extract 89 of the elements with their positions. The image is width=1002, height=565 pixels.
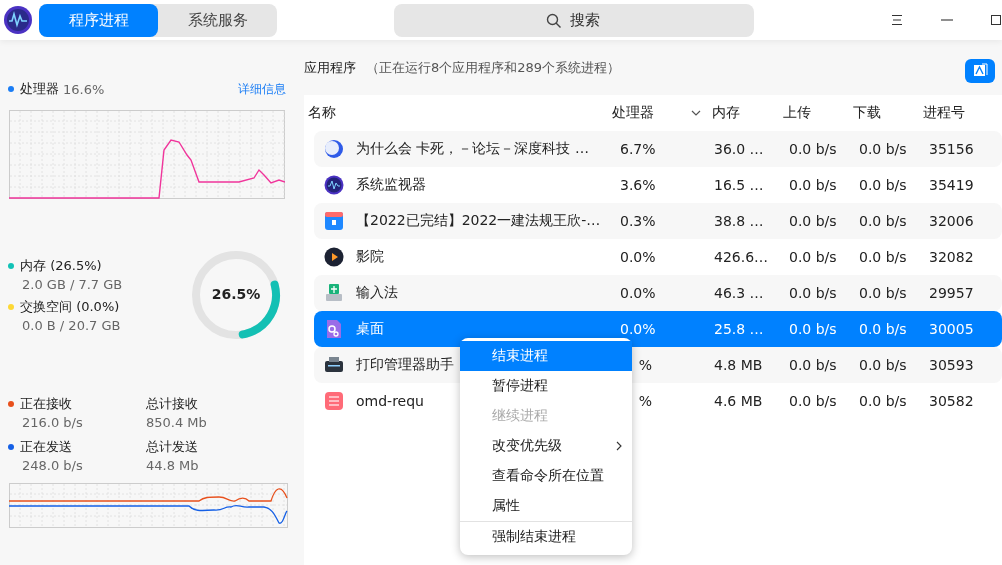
process-summary: （正在运行8个应用程序和289个系统进程） [366, 58, 621, 77]
tab[interactable]: 程序进程 [39, 3, 158, 37]
process-name: 为什么会 卡死，－论坛－深度科技 … [356, 140, 589, 158]
process-row[interactable]: 为什么会 卡死，－论坛－深度科技 … 6.7% 36.0 … 0.0 b/s 0.0 b/s 35156 [314, 131, 1002, 167]
upload-cell-text: 0.0 b/s [789, 249, 838, 265]
network-total: 850.4 Mb [146, 415, 208, 430]
network-label: 正在发送 [20, 438, 72, 456]
upload-cell-text: 0.0 b/s [789, 285, 838, 301]
details-link[interactable]: 详细信息 [238, 80, 286, 98]
cpu-label: 处理器 [20, 80, 59, 98]
view-toggle-icon[interactable] [965, 59, 995, 83]
menu-item[interactable]: 改变优先级 [460, 431, 632, 461]
box-icon [324, 211, 344, 231]
process-name: 【2022已完结】2022一建法规王欣-… [356, 212, 601, 230]
process-name[interactable]: 影院 [356, 248, 384, 266]
network-total-label: 总计发送 [146, 438, 199, 456]
menu-icon[interactable] [891, 14, 903, 26]
pid-cell: 30582 [929, 393, 974, 409]
network-total: 44.8 Mb [146, 458, 200, 473]
search-field[interactable]: 搜索 [394, 3, 754, 37]
upload-cell-text: 0.0 b/s [789, 213, 838, 229]
menu-item[interactable]: 结束进程 [460, 341, 632, 371]
pid-cell: 29957 [929, 285, 974, 301]
memory-cell-text: 4.8 MB [714, 357, 764, 373]
process-name[interactable]: omd-requ [356, 393, 424, 409]
memory-label: 交换空间 (0.0%) [20, 298, 120, 316]
memory-cell-text: 16.5 … [714, 177, 765, 193]
column-header[interactable]: 上传 [783, 104, 853, 122]
memory-usage: 0.0 B / 20.7 GB [22, 318, 122, 333]
column-header[interactable]: 内存 [712, 104, 783, 122]
download-cell-text: 0.0 b/s [859, 393, 908, 409]
download-cell-text: 0.0 b/s [859, 213, 908, 229]
network-rate: 248.0 b/s [22, 458, 84, 473]
process-row[interactable]: 输入法 0.0% 46.3 … 0.0 b/s 0.0 b/s 29957 [314, 275, 1002, 311]
list-icon [324, 391, 344, 411]
printer-icon [324, 355, 344, 375]
pid-cell: 32082 [929, 249, 974, 265]
column-header[interactable]: 名称 [308, 104, 612, 122]
process-row[interactable]: 【2022已完结】2022一建法规王欣-… 0.3% 38.8 … 0.0 b/s 0.0 b/s 32006 [314, 203, 1002, 239]
pid-cell: 30005 [929, 321, 974, 337]
upload-cell-text: 0.0 b/s [789, 141, 838, 157]
download-cell-text: 0.0 b/s [859, 357, 908, 373]
process-name[interactable]: 系统监视器 [356, 176, 426, 194]
process-name: 输入法 [356, 284, 398, 302]
process-name: 桌面 [356, 320, 384, 338]
cpu-value: 16.6% [63, 81, 105, 97]
cpu-cell-text: % [637, 393, 652, 409]
column-header[interactable]: 进程号 [923, 104, 965, 122]
gauge-percent: 26.5% [210, 286, 262, 302]
monitor-icon [324, 175, 344, 195]
memory-label: 内存 (26.5%) [20, 257, 102, 275]
process-name: 打印管理器助手 [356, 356, 454, 374]
download-cell-text: 0.0 b/s [859, 321, 908, 337]
section-title: 应用程序 [304, 58, 356, 77]
column-header[interactable]: 下载 [853, 104, 923, 122]
upload-cell-text: 0.0 b/s [789, 357, 838, 373]
memory-cell-text: 25.8 … [714, 321, 765, 337]
menu-item[interactable]: 属性 [460, 491, 632, 521]
search-icon [546, 12, 562, 29]
memory-cell-text: 36.0 … [714, 141, 765, 157]
pid-cell: 32006 [929, 213, 974, 229]
pid-cell: 35419 [929, 177, 974, 193]
process-row[interactable]: 桌面 0.0% 25.8 … 0.0 b/s 0.0 b/s 30005 [314, 311, 1002, 347]
column-header[interactable]: 处理器 [612, 104, 712, 122]
play-icon [324, 247, 344, 267]
download-cell-text: 0.0 b/s [859, 141, 908, 157]
memory-usage: 2.0 GB / 7.7 GB [22, 277, 124, 292]
upload-cell-text: 0.0 b/s [789, 393, 838, 409]
download-cell-text: 0.0 b/s [859, 177, 908, 193]
pid-cell: 30593 [929, 357, 974, 373]
tab[interactable]: 系统服务 [158, 3, 277, 37]
menu-item[interactable]: 查看命令所在位置 [460, 461, 632, 491]
memory-cell-text: 38.8 … [714, 213, 765, 229]
upload-cell-text: 0.0 b/s [789, 177, 838, 193]
upload-cell-text: 0.0 b/s [789, 321, 838, 337]
memory-cell-text: 4.6 MB [714, 393, 764, 409]
network-total-label: 总计接收 [146, 395, 199, 413]
sort-caret-icon[interactable] [691, 110, 701, 116]
download-cell-text: 0.0 b/s [859, 249, 908, 265]
network-rate: 216.0 b/s [22, 415, 84, 430]
cpu-cell-text: % [637, 357, 652, 373]
network-label: 正在接收 [20, 395, 72, 413]
maximize-icon[interactable] [991, 15, 1001, 25]
memory-cell-text: 46.3 … [714, 285, 765, 301]
app-logo-icon [3, 5, 33, 35]
menu-item[interactable]: 强制结束进程 [460, 521, 632, 552]
download-cell-text: 0.0 b/s [859, 285, 908, 301]
pid-cell: 35156 [929, 141, 974, 157]
memory-cell-text: 426.6… [714, 249, 770, 265]
